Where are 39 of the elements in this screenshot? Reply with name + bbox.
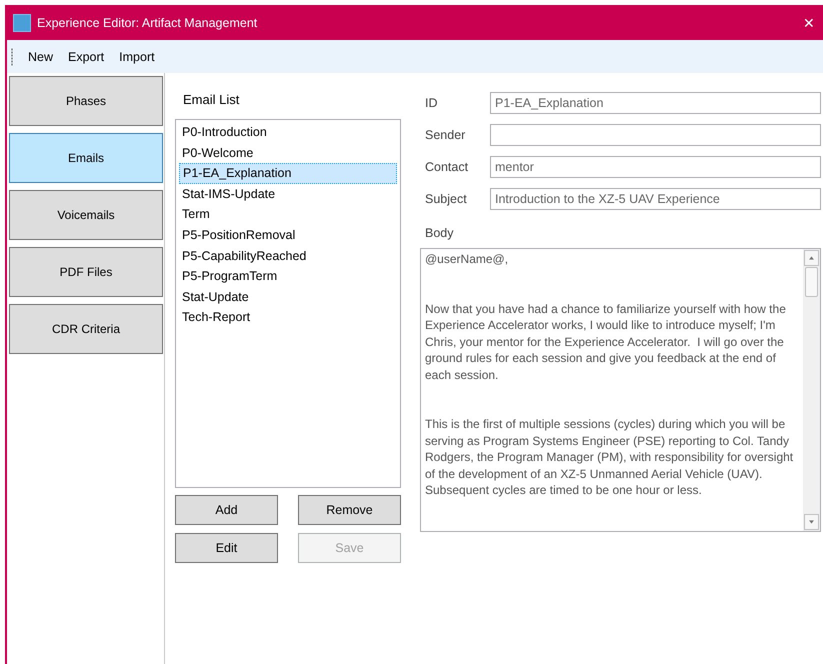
list-item[interactable]: P0-Introduction <box>179 122 397 143</box>
list-item[interactable]: Tech-Report <box>179 307 397 328</box>
list-item[interactable]: Term <box>179 204 397 225</box>
nav-button[interactable]: Voicemails <box>9 190 163 240</box>
nav-button[interactable]: Emails <box>9 133 163 183</box>
input-field[interactable] <box>490 124 821 146</box>
close-button[interactable]: ✕ <box>803 14 815 30</box>
scroll-thumb[interactable] <box>805 267 818 297</box>
field-label: Contact <box>424 160 470 174</box>
body-field[interactable]: @userName@, Now that you have had a chance to familiarize yourself with how the Experience Accelerator works, I would like to introduce myself; I'm Chris, your mentor for the Experience Accelerator. I will go over the ground rules for each session and give you feedback at the end of each session. This is the first of multiple sessions (cycles) during which you will be serving as Program Systems Engineer (PSE) reporting to Col. Tandy Rodgers, the Program Manager (PM), with responsibility for oversight of the development of an XZ-5 Unmanned Aerial Vehicle (UAV). Subsequent cycles are timed to be one hour or less. <box>420 248 821 532</box>
nav-button[interactable]: PDF Files <box>9 247 163 297</box>
input-field[interactable]: mentor <box>490 156 821 178</box>
field-label: Sender <box>424 128 466 142</box>
action-button[interactable]: Edit <box>175 533 278 563</box>
action-button[interactable]: Add <box>175 495 278 525</box>
nav-button[interactable]: Phases <box>9 76 163 126</box>
input-field[interactable]: Introduction to the XZ-5 UAV Experience <box>490 188 821 210</box>
list-item[interactable]: P0-Welcome <box>179 142 397 164</box>
menu-item[interactable]: Import <box>119 50 155 64</box>
scrollbar[interactable] <box>803 249 820 531</box>
window-title: Experience Editor: Artifact Management <box>37 16 258 30</box>
scroll-down-icon[interactable] <box>804 514 819 530</box>
menu-item[interactable]: New <box>28 50 54 64</box>
nav-button[interactable]: CDR Criteria <box>9 304 163 354</box>
menu-item[interactable]: Export <box>68 50 104 64</box>
list-item[interactable]: P1-EA_Explanation <box>179 163 397 184</box>
field-label: Body <box>424 225 454 242</box>
action-button[interactable]: Remove <box>298 495 401 525</box>
list-item[interactable]: P5-CapabilityReached <box>179 246 397 266</box>
scroll-up-icon[interactable] <box>804 250 819 266</box>
field-label: Subject <box>424 192 468 206</box>
list-item[interactable]: P5-ProgramTerm <box>179 266 397 287</box>
list-item[interactable]: Stat-Update <box>179 286 397 308</box>
field-label: ID <box>424 96 438 110</box>
list-item[interactable]: P5-PositionRemoval <box>179 224 397 246</box>
app-icon <box>13 14 31 32</box>
list-item[interactable]: Stat-IMS-Update <box>179 184 397 204</box>
input-field[interactable]: P1-EA_Explanation <box>490 92 821 114</box>
list-heading: Email List <box>182 91 240 109</box>
